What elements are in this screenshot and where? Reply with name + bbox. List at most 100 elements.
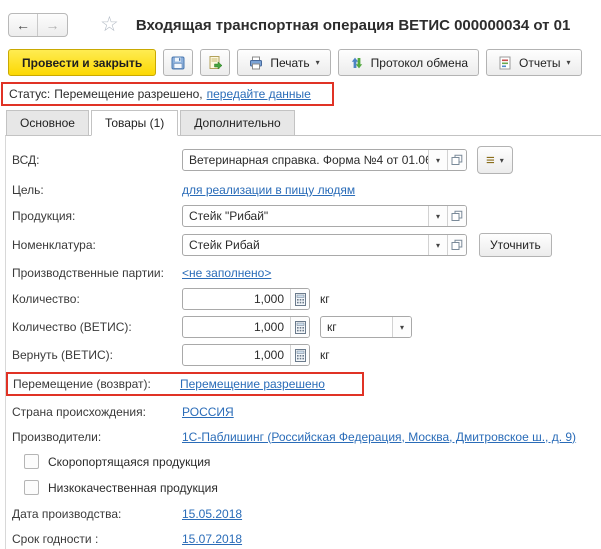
field-row-product: Продукция: Стейк "Рибай" ▾	[12, 205, 593, 227]
save-button[interactable]	[163, 49, 194, 76]
chevron-down-icon: ▾	[435, 155, 440, 165]
shelf-life-label: Срок годности :	[12, 531, 99, 546]
status-label: Статус:	[9, 87, 51, 101]
calculator-icon	[294, 320, 306, 334]
low-quality-row: Низкокачественная продукция	[24, 478, 593, 497]
purpose-label: Цель:	[12, 182, 44, 197]
production-batches-link[interactable]: <не заполнено>	[182, 266, 271, 280]
field-row-quantity-vetis: Количество (ВЕТИС): 1,000 кг ▾	[12, 316, 593, 338]
exchange-arrows-icon	[349, 55, 365, 71]
vsd-open-button[interactable]	[447, 150, 466, 170]
quantity-input: 1,000	[182, 288, 310, 310]
vsd-label: ВСД:	[12, 153, 40, 167]
nomenclature-dropdown-button[interactable]: ▾	[428, 235, 447, 255]
print-button[interactable]: Печать ▾	[237, 49, 331, 76]
field-row-return-vetis: Вернуть (ВЕТИС): 1,000 кг	[12, 344, 593, 366]
chevron-down-icon: ▾	[315, 58, 320, 67]
chevron-down-icon: ▾	[435, 240, 440, 250]
perishable-checkbox[interactable]	[24, 454, 39, 469]
tab-additional[interactable]: Дополнительно	[180, 110, 295, 136]
product-input: Стейк "Рибай" ▾	[182, 205, 467, 227]
perishable-row: Скоропортящаяся продукция	[24, 452, 593, 471]
tab-goods[interactable]: Товары (1)	[90, 110, 179, 136]
vsd-menu-button[interactable]: ≡ ▾	[477, 146, 513, 174]
low-quality-checkbox[interactable]	[24, 480, 39, 495]
exchange-protocol-button[interactable]: Протокол обмена	[337, 49, 480, 76]
refine-button[interactable]: Уточнить	[479, 233, 552, 257]
favorite-star-icon[interactable]: ☆	[100, 14, 119, 35]
perishable-label: Скоропортящаяся продукция	[48, 454, 211, 469]
nav-buttons: ← →	[8, 13, 68, 37]
quantity-vetis-unit-select: кг ▾	[320, 316, 412, 338]
print-icon	[248, 55, 264, 71]
field-row-production-batches: Производственные партии: <не заполнено>	[12, 263, 593, 282]
calculator-icon	[294, 292, 306, 306]
document-window: ← → ☆ Входящая транспортная операция ВЕТ…	[0, 0, 601, 549]
return-vetis-calculator-button[interactable]	[290, 345, 309, 365]
shelf-life-link[interactable]: 15.07.2018	[182, 532, 242, 546]
forward-button[interactable]: →	[38, 14, 67, 36]
report-icon	[497, 55, 513, 71]
nomenclature-label: Номенклатура:	[12, 238, 96, 252]
field-row-origin-country: Страна происхождения: РОССИЯ	[12, 402, 593, 421]
product-dropdown-button[interactable]: ▾	[428, 206, 447, 226]
product-value[interactable]: Стейк "Рибай"	[183, 206, 428, 226]
vsd-value[interactable]: Ветеринарная справка. Форма №4 от 01.06	[183, 150, 428, 170]
nomenclature-open-button[interactable]	[447, 235, 466, 255]
low-quality-label: Низкокачественная продукция	[48, 480, 218, 495]
production-date-label: Дата производства:	[12, 506, 122, 521]
exchange-protocol-label: Протокол обмена	[370, 55, 469, 70]
unit-dropdown-button[interactable]: ▾	[392, 317, 411, 337]
nomenclature-value[interactable]: Стейк Рибай	[183, 235, 428, 255]
product-open-button[interactable]	[447, 206, 466, 226]
quantity-vetis-calculator-button[interactable]	[290, 317, 309, 337]
return-vetis-label: Вернуть (ВЕТИС):	[12, 348, 114, 362]
field-row-production-date: Дата производства: 15.05.2018	[12, 504, 593, 523]
field-row-manufacturers: Производители: 1С-Паблишинг (Российская …	[12, 427, 593, 446]
field-row-purpose: Цель: для реализации в пищу людям	[12, 180, 593, 199]
open-icon	[451, 239, 463, 251]
manufacturers-link[interactable]: 1С-Паблишинг (Российская Федерация, Моск…	[182, 430, 576, 444]
header: ← → ☆ Входящая транспортная операция ВЕТ…	[0, 0, 601, 41]
chevron-down-icon: ▾	[566, 58, 571, 67]
quantity-vetis-label: Количество (ВЕТИС):	[12, 320, 132, 334]
quantity-value[interactable]: 1,000	[183, 289, 290, 309]
post-document-button[interactable]	[200, 49, 231, 76]
print-label: Печать	[270, 55, 310, 70]
production-date-link[interactable]: 15.05.2018	[182, 507, 242, 521]
nomenclature-input: Стейк Рибай ▾	[182, 234, 467, 256]
reports-label: Отчеты	[519, 55, 561, 70]
status-text: Перемещение разрешено,	[54, 87, 203, 101]
movement-return-link[interactable]: Перемещение разрешено	[180, 377, 325, 391]
reports-button[interactable]: Отчеты ▾	[486, 49, 582, 76]
forward-arrow-icon: →	[45, 17, 60, 33]
send-data-link[interactable]: передайте данные	[207, 87, 311, 101]
movement-return-label: Перемещение (возврат):	[13, 376, 151, 391]
page-title: Входящая транспортная операция ВЕТИС 000…	[135, 16, 571, 34]
field-row-quantity: Количество: 1,000 кг	[12, 288, 593, 310]
movement-return-highlight: Перемещение (возврат): Перемещение разре…	[6, 372, 364, 396]
status-highlight: Статус: Перемещение разрешено, передайте…	[1, 82, 334, 106]
production-batches-label: Производственные партии:	[12, 265, 164, 280]
chevron-down-icon: ▾	[435, 211, 440, 221]
command-bar: Провести и закрыть Печать ▾ Протокол обм…	[0, 41, 601, 76]
manufacturers-label: Производители:	[12, 429, 102, 444]
purpose-link[interactable]: для реализации в пищу людям	[182, 183, 355, 197]
quantity-label: Количество:	[12, 292, 80, 306]
calculator-icon	[294, 348, 306, 362]
vsd-dropdown-button[interactable]: ▾	[428, 150, 447, 170]
origin-country-link[interactable]: РОССИЯ	[182, 405, 234, 419]
quantity-vetis-value[interactable]: 1,000	[183, 317, 290, 337]
field-row-nomenclature: Номенклатура: Стейк Рибай ▾ Уточнить	[12, 233, 593, 257]
return-vetis-value[interactable]: 1,000	[183, 345, 290, 365]
post-and-close-button[interactable]: Провести и закрыть	[8, 49, 157, 76]
back-arrow-icon: ←	[16, 17, 30, 33]
tab-main[interactable]: Основное	[6, 110, 89, 136]
back-button[interactable]: ←	[9, 14, 38, 36]
product-label: Продукция:	[12, 209, 76, 223]
tab-bar: Основное Товары (1) Дополнительно	[6, 110, 601, 136]
quantity-vetis-unit-value[interactable]: кг	[321, 317, 392, 337]
save-icon	[170, 55, 186, 71]
quantity-calculator-button[interactable]	[290, 289, 309, 309]
quantity-unit: кг	[320, 292, 330, 306]
